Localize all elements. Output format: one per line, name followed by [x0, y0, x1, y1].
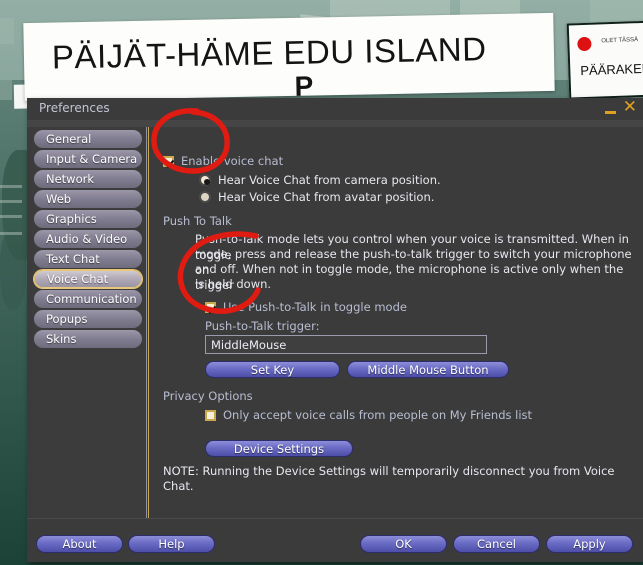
- middle-mouse-button[interactable]: Middle Mouse Button: [347, 361, 509, 378]
- sidebar-item-web[interactable]: Web: [34, 190, 142, 208]
- sidebar-item-label: General: [46, 132, 92, 146]
- titlebar-underline: [27, 120, 643, 127]
- push-to-talk-heading: Push To Talk: [163, 214, 232, 228]
- trigger-label: Push-to-Talk trigger:: [205, 319, 320, 333]
- footer-divider: [27, 518, 643, 519]
- apply-button[interactable]: Apply: [546, 535, 633, 553]
- steps: [0, 185, 22, 188]
- toggle-mode-checkbox[interactable]: [205, 301, 216, 313]
- sidebar-item-voice-chat[interactable]: Voice Chat: [34, 270, 142, 288]
- steps: [0, 200, 22, 203]
- friends-only-label: Only accept voice calls from people on M…: [223, 408, 533, 422]
- hear-from-avatar-radio[interactable]: [199, 191, 211, 203]
- sidebar-item-label: Skins: [46, 332, 77, 346]
- ok-button[interactable]: OK: [360, 535, 447, 553]
- location-dot-icon: [577, 36, 592, 52]
- sidebar-item-graphics[interactable]: Graphics: [34, 210, 142, 228]
- left-structure: [0, 80, 12, 100]
- sidebar-item-text-chat[interactable]: Text Chat: [34, 250, 142, 268]
- device-settings-button[interactable]: Device Settings: [205, 440, 353, 457]
- sidebar-item-general[interactable]: General: [34, 130, 142, 148]
- sidebar-item-network[interactable]: Network: [34, 170, 142, 188]
- dialog-footer: About Help OK Cancel Apply: [27, 518, 643, 562]
- hear-from-camera-label: Hear Voice Chat from camera position.: [218, 173, 441, 187]
- main-building-label: PÄÄRAKEN: [580, 60, 643, 79]
- push-to-talk-description-line-4: is held down.: [195, 277, 272, 291]
- sidebar-item-label: Voice Chat: [47, 272, 109, 286]
- hear-from-avatar-label: Hear Voice Chat from avatar position.: [218, 190, 435, 204]
- device-settings-note-line-1: NOTE: Running the Device Settings will t…: [163, 464, 615, 478]
- enable-voice-chat-row[interactable]: Enable voice chat: [163, 154, 283, 168]
- sidebar-item-popups[interactable]: Popups: [34, 310, 142, 328]
- sidebar-item-label: Graphics: [46, 212, 97, 226]
- hear-from-camera-radio[interactable]: [199, 174, 211, 186]
- steps: [0, 215, 22, 218]
- about-button[interactable]: About: [36, 535, 123, 553]
- sidebar-item-communication[interactable]: Communication: [34, 290, 142, 308]
- preferences-dialog: Preferences ✕ General Input & Camera Net…: [27, 98, 643, 562]
- friends-only-checkbox[interactable]: [205, 409, 216, 421]
- enable-voice-chat-label: Enable voice chat: [181, 154, 284, 168]
- hear-from-camera-row[interactable]: Hear Voice Chat from camera position.: [199, 173, 441, 187]
- island-sign-title: PÄIJÄT-HÄME EDU ISLAND: [51, 30, 487, 76]
- sidebar-item-label: Network: [46, 172, 95, 186]
- sidebar-item-label: Popups: [46, 312, 88, 326]
- dialog-title: Preferences: [39, 101, 110, 115]
- close-icon[interactable]: ✕: [623, 99, 637, 116]
- window-controls: ✕: [604, 99, 637, 116]
- you-are-here-sign: OLET TÄSSÄ PÄÄRAKEN: [566, 20, 643, 100]
- sidebar-item-skins[interactable]: Skins: [34, 330, 142, 348]
- set-key-button[interactable]: Set Key: [205, 361, 340, 378]
- dialog-body: General Input & Camera Network Web Graph…: [27, 120, 643, 518]
- cancel-button[interactable]: Cancel: [453, 535, 540, 553]
- sidebar-item-label: Text Chat: [46, 252, 100, 266]
- push-to-talk-trigger-input[interactable]: MiddleMouse: [205, 335, 487, 354]
- you-are-here-label: OLET TÄSSÄ: [601, 37, 639, 45]
- sidebar-item-label: Audio & Video: [46, 232, 128, 246]
- enable-voice-chat-checkbox[interactable]: [163, 155, 174, 167]
- sidebar-item-label: Web: [46, 192, 72, 206]
- sidebar-item-input-camera[interactable]: Input & Camera: [34, 150, 142, 168]
- left-structure: [0, 18, 14, 44]
- tree: [0, 230, 26, 310]
- friends-only-row[interactable]: Only accept voice calls from people on M…: [205, 408, 532, 422]
- steps: [0, 232, 22, 235]
- sidebar-item-label: Input & Camera: [46, 152, 138, 166]
- island-sign: PÄIJÄT-HÄME EDU ISLAND P: [23, 12, 555, 102]
- device-settings-note-line-2: Chat.: [163, 479, 194, 493]
- minimize-icon[interactable]: [604, 110, 616, 114]
- toggle-mode-row[interactable]: Use Push-to-Talk in toggle mode: [205, 300, 407, 314]
- hear-from-avatar-row[interactable]: Hear Voice Chat from avatar position.: [199, 190, 434, 204]
- dialog-titlebar[interactable]: Preferences ✕: [27, 98, 643, 120]
- preferences-sidebar: General Input & Camera Network Web Graph…: [32, 127, 147, 518]
- privacy-options-heading: Privacy Options: [163, 389, 253, 403]
- help-button[interactable]: Help: [128, 535, 215, 553]
- sidebar-item-audio-video[interactable]: Audio & Video: [34, 230, 142, 248]
- toggle-mode-label: Use Push-to-Talk in toggle mode: [223, 300, 407, 314]
- voice-chat-panel: Enable voice chat Hear Voice Chat from c…: [148, 127, 638, 518]
- sidebar-item-label: Communication: [46, 292, 137, 306]
